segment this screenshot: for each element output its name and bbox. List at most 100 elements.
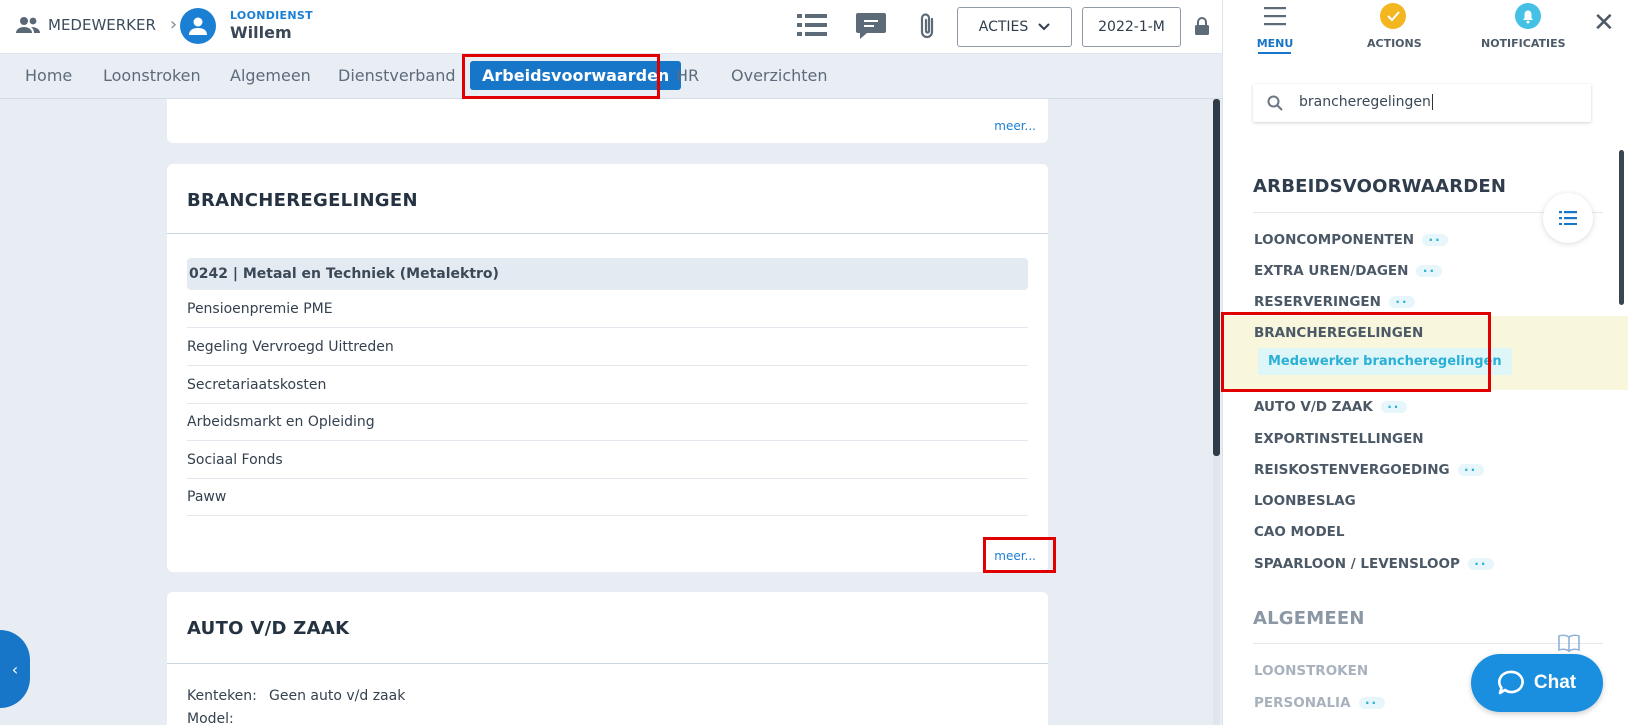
- tab-overzichten[interactable]: Overzichten: [731, 66, 828, 85]
- table-row[interactable]: Pensioenpremie PME: [187, 290, 1028, 328]
- table-row[interactable]: Sociaal Fonds: [187, 441, 1028, 479]
- tab-arbeidsvoorwaarden[interactable]: Arbeidsvoorwaarden: [470, 61, 682, 90]
- chevron-right-icon: ›: [169, 14, 178, 35]
- chevron-down-icon: [1038, 23, 1050, 31]
- nav-item-reiskostenvergoeding[interactable]: REISKOSTENVERGOEDING ..: [1254, 461, 1484, 478]
- table-row[interactable]: Paww: [187, 478, 1028, 516]
- acties-dropdown[interactable]: ACTIES: [957, 7, 1072, 47]
- branche-card: BRANCHEREGELINGEN 0242 | Metaal en Techn…: [167, 164, 1048, 572]
- more-badge[interactable]: ..: [1380, 398, 1407, 413]
- nav-item-label: CAO MODEL: [1254, 524, 1345, 540]
- section-title-algemeen: ALGEMEEN: [1253, 608, 1365, 629]
- avatar[interactable]: [180, 8, 216, 44]
- panel-scrollbar-thumb[interactable]: [1619, 150, 1624, 305]
- more-badge[interactable]: ..: [1358, 694, 1385, 709]
- nav-item-auto-vd-zaak[interactable]: AUTO V/D ZAAK ..: [1254, 398, 1407, 415]
- nav-item-label: LOONBESLAG: [1254, 493, 1356, 509]
- sub-nav-medewerker-brancheregelingen[interactable]: Medewerker brancheregelingen: [1258, 348, 1512, 375]
- nav-item-label: AUTO V/D ZAAK: [1254, 399, 1373, 415]
- top-header: MEDEWERKER › LOONDIENST Willem ACTIES 20…: [0, 0, 1222, 54]
- paperclip-icon[interactable]: [918, 12, 938, 40]
- collapse-sidebar-button[interactable]: ‹: [0, 630, 30, 708]
- acties-label: ACTIES: [978, 19, 1029, 35]
- nav-item-label: EXPORTINSTELLINGEN: [1254, 431, 1424, 447]
- more-badge[interactable]: ..: [1422, 231, 1449, 246]
- nav-item-cao-model[interactable]: CAO MODEL: [1254, 524, 1344, 540]
- model-label: Model:: [187, 711, 234, 725]
- breadcrumb-label: MEDEWERKER: [48, 15, 156, 34]
- period-label: 2022-1-M: [1098, 19, 1165, 35]
- close-icon[interactable]: ✕: [1593, 8, 1615, 38]
- nav-item-exportinstellingen[interactable]: EXPORTINSTELLINGEN: [1254, 431, 1424, 447]
- more-badge[interactable]: ..: [1457, 461, 1484, 476]
- lock-icon[interactable]: [1195, 17, 1209, 35]
- meer-link[interactable]: meer...: [994, 549, 1036, 563]
- search-input[interactable]: brancheregelingen: [1253, 84, 1591, 122]
- branche-selected-row[interactable]: 0242 | Metaal en Techniek (Metalektro): [187, 258, 1028, 290]
- tab-home[interactable]: Home: [25, 66, 72, 85]
- nav-item-loonbeslag[interactable]: LOONBESLAG: [1254, 493, 1356, 509]
- branche-card-title: BRANCHEREGELINGEN: [187, 190, 418, 211]
- more-badge[interactable]: ..: [1416, 262, 1443, 277]
- right-panel: MENU ACTIONS NOTIFICATIES ✕ brancheregel…: [1222, 0, 1628, 725]
- list-icon: [1559, 211, 1577, 225]
- search-icon: [1267, 95, 1283, 111]
- panel-tab-notificaties-label: NOTIFICATIES: [1481, 37, 1566, 50]
- panel-tab-menu[interactable]: MENU: [1255, 0, 1295, 54]
- nav-item-label: LOONCOMPONENTEN: [1254, 232, 1415, 248]
- kenteken-value: Geen auto v/d zaak: [269, 688, 406, 704]
- chevron-left-icon: ‹: [11, 659, 19, 679]
- card-divider: [167, 663, 1048, 664]
- nav-item-extra-uren[interactable]: EXTRA UREN/DAGEN ..: [1254, 262, 1443, 279]
- section-divider: [1253, 643, 1603, 644]
- users-icon: [16, 16, 40, 33]
- table-row[interactable]: Regeling Vervroegd Uittreden: [187, 328, 1028, 366]
- table-row[interactable]: Arbeidsmarkt en Opleiding: [187, 403, 1028, 441]
- panel-tab-actions[interactable]: ACTIONS: [1353, 0, 1433, 54]
- table-row[interactable]: Secretariaatskosten: [187, 366, 1028, 404]
- period-selector[interactable]: 2022-1-M: [1082, 7, 1181, 47]
- nav-item-loonstroken[interactable]: LOONSTROKEN: [1254, 663, 1368, 679]
- panel-tab-notificaties[interactable]: NOTIFICATIES: [1478, 0, 1578, 54]
- employee-name: Willem: [230, 23, 292, 42]
- section-title-arbeidsvoorwaarden: ARBEIDSVOORWAARDEN: [1253, 176, 1507, 197]
- bell-icon: [1515, 3, 1541, 29]
- nav-item-label: RESERVERINGEN: [1254, 294, 1381, 310]
- panel-tab-menu-label: MENU: [1256, 37, 1294, 50]
- panel-tab-actions-label: ACTIONS: [1367, 37, 1422, 50]
- kenteken-label: Kenteken:: [187, 688, 257, 704]
- nav-item-looncomponenten[interactable]: LOONCOMPONENTEN ..: [1254, 231, 1449, 248]
- outline-button[interactable]: [1543, 193, 1593, 243]
- more-badge[interactable]: ..: [1467, 555, 1494, 570]
- meer-link-top[interactable]: meer...: [994, 119, 1036, 133]
- tab-algemeen[interactable]: Algemeen: [230, 66, 311, 85]
- comment-icon[interactable]: [855, 12, 887, 40]
- check-circle-icon: [1380, 3, 1406, 29]
- nav-item-brancheregelingen[interactable]: BRANCHEREGELINGEN: [1254, 325, 1423, 341]
- list-icon[interactable]: [797, 13, 827, 37]
- nav-item-label: LOONSTROKEN: [1254, 663, 1369, 679]
- nav-item-personalia[interactable]: PERSONALIA ..: [1254, 694, 1385, 711]
- employee-subtitle: LOONDIENST: [230, 9, 313, 22]
- nav-item-label: PERSONALIA: [1254, 695, 1351, 711]
- person-icon: [189, 17, 207, 35]
- tab-loonstroken[interactable]: Loonstroken: [103, 66, 201, 85]
- tab-dienstverband[interactable]: Dienstverband: [338, 66, 456, 85]
- breadcrumb[interactable]: MEDEWERKER ›: [16, 14, 177, 35]
- nav-item-spaarloon[interactable]: SPAARLOON / LEVENSLOOP ..: [1254, 555, 1494, 572]
- card-divider: [167, 233, 1048, 234]
- chat-button[interactable]: Chat: [1471, 654, 1603, 712]
- search-value: brancheregelingen: [1299, 94, 1433, 110]
- main-scrollbar-thumb[interactable]: [1213, 99, 1220, 456]
- auto-card-title: AUTO V/D ZAAK: [187, 618, 350, 639]
- nav-item-label: BRANCHEREGELINGEN: [1254, 325, 1424, 341]
- previous-card: meer...: [167, 99, 1048, 143]
- chat-label: Chat: [1533, 672, 1577, 693]
- main-tabs: Home Loonstroken Algemeen Dienstverband …: [0, 54, 1222, 99]
- active-tab-underline: [1258, 52, 1291, 54]
- more-badge[interactable]: ..: [1388, 293, 1415, 308]
- nav-item-label: SPAARLOON / LEVENSLOOP: [1254, 556, 1460, 572]
- nav-item-reserveringen[interactable]: RESERVERINGEN ..: [1254, 293, 1415, 310]
- book-icon[interactable]: [1558, 634, 1580, 652]
- tab-hr[interactable]: HR: [676, 66, 699, 85]
